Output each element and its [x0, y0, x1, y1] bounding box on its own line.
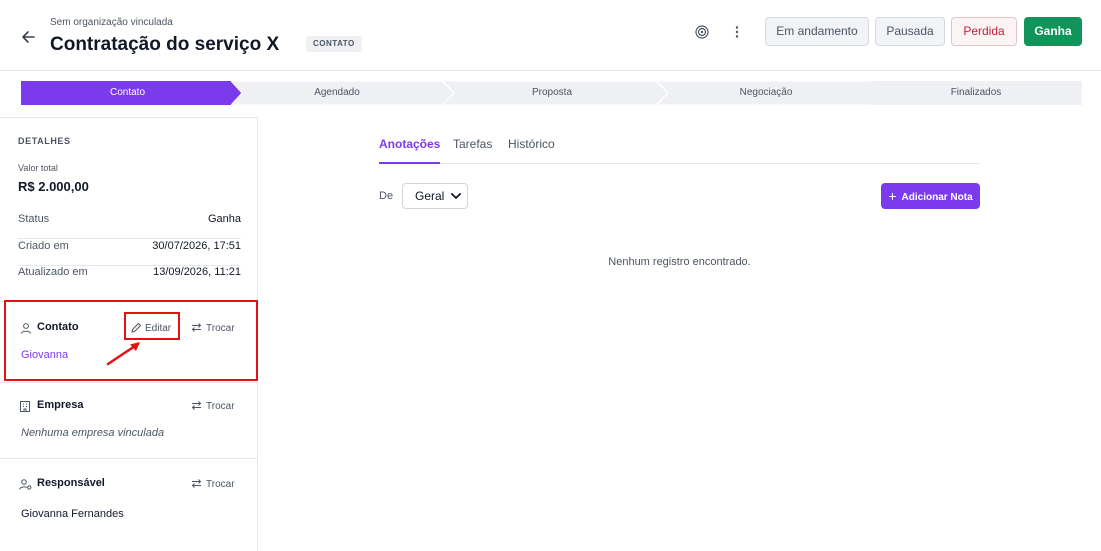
pipeline-stage-label: Finalizados [950, 87, 1002, 98]
divider [0, 458, 257, 459]
responsavel-title: Responsável [37, 477, 105, 489]
pipeline-stage-proposta[interactable]: Proposta [443, 81, 669, 105]
detail-value: Ganha [207, 213, 241, 225]
detail-label: Status [18, 213, 50, 225]
organization-label: Sem organização vinculada [50, 17, 173, 28]
ganha-button[interactable]: Ganha [1024, 17, 1082, 46]
detail-row-criado: Criado em 30/07/2026, 17:51 [18, 240, 241, 266]
target-icon[interactable] [694, 24, 710, 40]
stage-badge: CONTATO [306, 36, 362, 52]
plus-icon: + [888, 188, 897, 204]
tab-historico[interactable]: Histórico [508, 137, 555, 164]
detail-label: Criado em [18, 240, 69, 252]
divider [0, 382, 257, 383]
swap-responsavel-button[interactable]: Trocar [191, 478, 235, 490]
perdida-button[interactable]: Perdida [951, 17, 1017, 46]
pipeline-stage-label: Proposta [531, 87, 573, 98]
filter-label: De [379, 190, 394, 202]
empty-state-message: Nenhum registro encontrado. [608, 256, 751, 268]
pipeline-stage-agendado[interactable]: Agendado [231, 81, 455, 105]
detail-row-atualizado: Atualizado em 13/09/2026, 11:21 [18, 266, 241, 292]
tab-tarefas[interactable]: Tarefas [453, 137, 492, 164]
details-title: DETALHES [18, 136, 71, 146]
more-vertical-icon[interactable] [730, 24, 744, 40]
swap-icon [191, 401, 202, 410]
tabs-bar: Anotações Tarefas Histórico [379, 137, 980, 164]
detail-value: 13/09/2026, 11:21 [153, 266, 241, 278]
responsavel-name: Giovanna Fernandes [21, 508, 124, 520]
swap-label: Trocar [206, 479, 235, 490]
pipeline-stage-label: Negociação [739, 87, 793, 98]
pausada-button[interactable]: Pausada [875, 17, 945, 46]
valor-total-label: Valor total [18, 163, 58, 173]
filter-select[interactable]: Geral [402, 183, 468, 209]
chevron-down-icon [451, 193, 461, 199]
pipeline-stage-label: Agendado [314, 87, 360, 98]
pipeline-stage-negociacao[interactable]: Negociação [657, 81, 883, 105]
filter-select-value: Geral [415, 189, 445, 203]
empresa-title: Empresa [37, 399, 84, 411]
building-icon [19, 399, 31, 412]
empresa-empty-text: Nenhuma empresa vinculada [21, 427, 165, 439]
tab-anotacoes[interactable]: Anotações [379, 137, 441, 164]
detail-row-status: Status Ganha [18, 213, 241, 239]
add-note-button[interactable]: + Adicionar Nota [881, 183, 980, 209]
valor-total-value: R$ 2.000,00 [18, 179, 89, 194]
page-header: Sem organização vinculada Contratação do… [0, 0, 1101, 71]
pipeline-stage-label: Contato [109, 87, 146, 98]
pipeline-stage-contato[interactable]: Contato [21, 81, 242, 105]
swap-label: Trocar [206, 401, 235, 412]
add-note-label: Adicionar Nota [901, 192, 973, 203]
detail-label: Atualizado em [18, 266, 88, 278]
detail-value: 30/07/2026, 17:51 [152, 240, 241, 252]
user-settings-icon [19, 477, 32, 490]
swap-icon [191, 479, 202, 488]
annotation-arrow-icon [106, 342, 140, 366]
pipeline-stages: Contato Agendado Proposta Negociação Fin… [21, 81, 1082, 105]
page-title: Contratação do serviço X [50, 34, 280, 55]
em-andamento-button[interactable]: Em andamento [765, 17, 869, 46]
swap-empresa-button[interactable]: Trocar [191, 400, 235, 412]
arrow-left-icon[interactable] [18, 26, 40, 48]
pipeline-stage-finalizados[interactable]: Finalizados [870, 81, 1082, 105]
